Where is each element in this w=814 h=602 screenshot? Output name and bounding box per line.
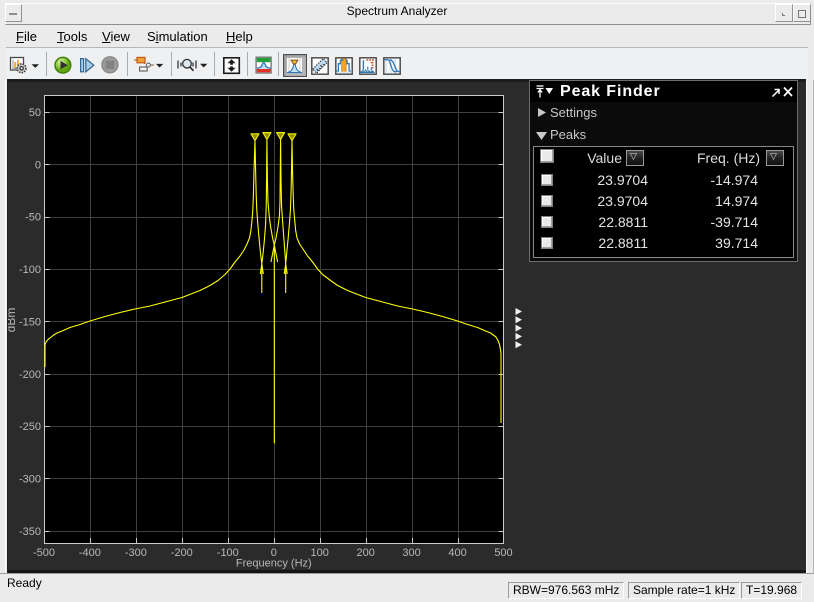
svg-text:-150: -150 — [19, 316, 41, 328]
svg-text:-200: -200 — [19, 369, 41, 381]
svg-text:-50: -50 — [25, 212, 41, 224]
svg-text:300: 300 — [402, 547, 420, 559]
svg-text:-200: -200 — [171, 547, 193, 559]
svg-text:500: 500 — [494, 547, 512, 559]
svg-text:dBm: dBm — [7, 308, 18, 333]
svg-text:50: 50 — [29, 107, 41, 119]
svg-text:-100: -100 — [19, 264, 41, 276]
svg-text:-300: -300 — [125, 547, 147, 559]
svg-text:0: 0 — [35, 159, 41, 171]
svg-text:-400: -400 — [79, 547, 101, 559]
svg-text:Frequency (Hz): Frequency (Hz) — [236, 558, 312, 570]
svg-text:400: 400 — [448, 547, 466, 559]
svg-text:200: 200 — [357, 547, 375, 559]
svg-text:100: 100 — [311, 547, 329, 559]
svg-text:-300: -300 — [19, 474, 41, 486]
svg-text:-500: -500 — [33, 547, 55, 559]
svg-text:-250: -250 — [19, 421, 41, 433]
svg-text:-350: -350 — [19, 526, 41, 538]
